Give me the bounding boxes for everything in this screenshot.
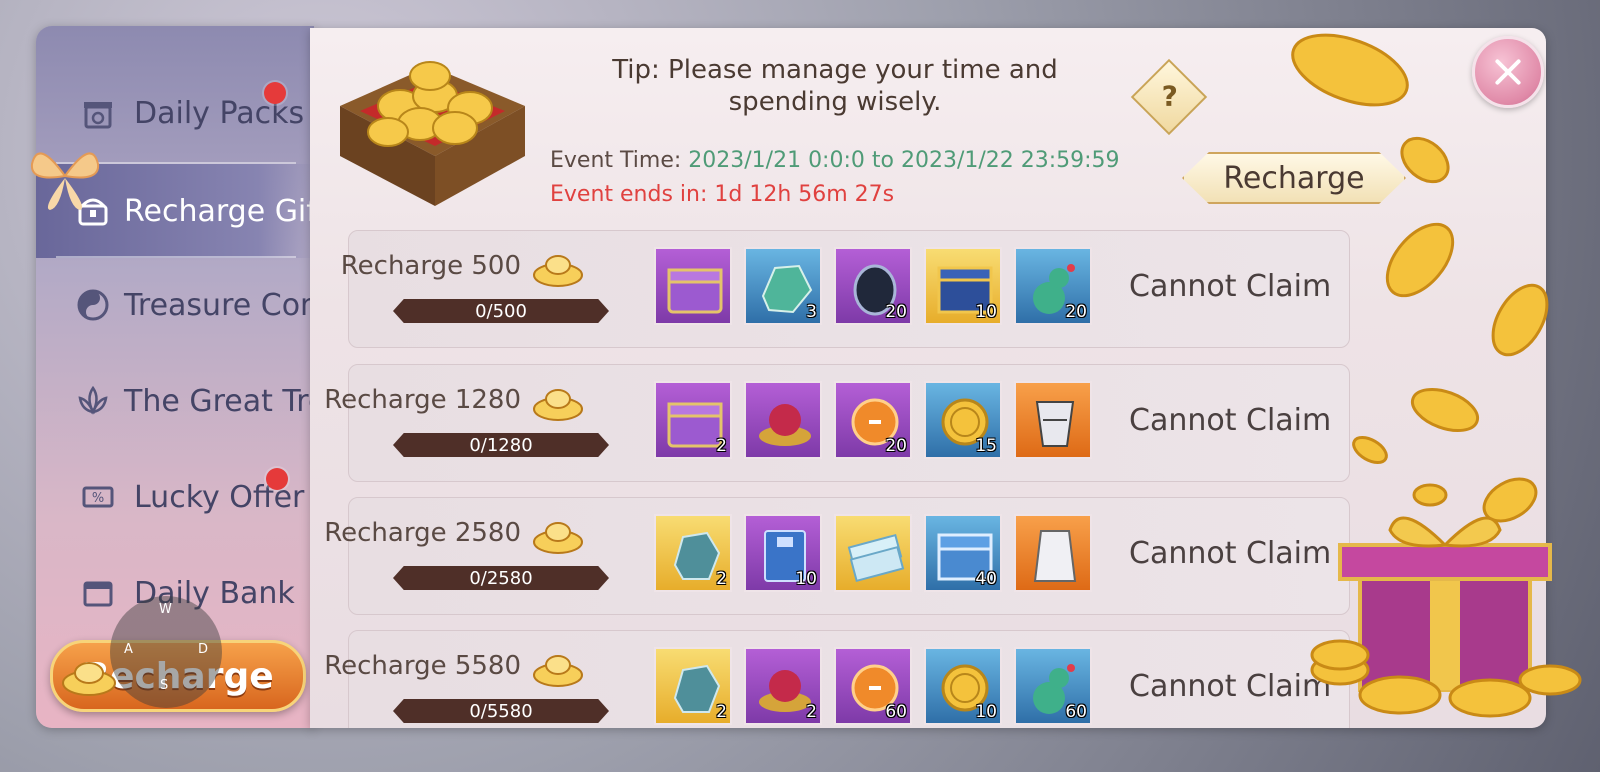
claim-status[interactable]: Cannot Claim (1129, 269, 1331, 304)
recharge-tier-row: Recharge 5580 0/5580 Cannot Claim 2 2 60… (324, 630, 1350, 728)
joystick-key-d: D (198, 642, 209, 657)
gift-clock-icon (76, 91, 120, 135)
spending-tip: Tip: Please manage your time and spendin… (612, 55, 1058, 117)
reward-item[interactable]: 2 (654, 647, 732, 725)
tier-progress-text: 0/2580 (469, 567, 533, 589)
reward-quantity: 2 (716, 436, 727, 456)
reward-quantity: 40 (975, 569, 997, 589)
claim-status[interactable]: Cannot Claim (1129, 669, 1331, 704)
tier-progress-bar: 0/500 (393, 299, 609, 323)
reward-quantity: 10 (975, 302, 997, 322)
event-time-label: Event Time: (550, 148, 689, 173)
claim-status[interactable]: Cannot Claim (1129, 536, 1331, 571)
reward-quantity: 60 (885, 702, 907, 722)
reward-item[interactable] (744, 381, 822, 459)
reward-quantity: 3 (806, 302, 817, 322)
armor-piece-icon (1035, 401, 1075, 447)
yin-yang-icon (76, 283, 110, 327)
reward-item[interactable]: 60 (1014, 647, 1092, 725)
recharge-tier-row: Recharge 2580 0/2580 Cannot Claim 2 10 4… (324, 497, 1350, 615)
white-armor-icon (1033, 530, 1077, 582)
reward-quantity: 10 (795, 569, 817, 589)
tier-label: Recharge 500 (340, 251, 521, 281)
reward-item[interactable]: 10 (744, 514, 822, 592)
reward-quantity: 20 (885, 302, 907, 322)
scroll-tickets-icon (847, 533, 905, 583)
coin-chest-icon (330, 46, 530, 220)
close-button[interactable] (1472, 36, 1544, 108)
reward-quantity: 2 (716, 702, 727, 722)
gold-ingot-icon (531, 512, 585, 560)
sidebar-item-great-treasure[interactable]: The Great Treasure (36, 354, 314, 448)
reward-item[interactable] (834, 514, 912, 592)
event-time: Event Time: 2023/1/21 0:0:0 to 2023/1/22… (550, 148, 1120, 173)
berry-bowl-icon (759, 404, 811, 446)
tier-progress-bar: 0/2580 (393, 566, 609, 590)
joystick-key-w: W (159, 602, 172, 617)
recharge-button[interactable]: Recharge (1182, 152, 1406, 204)
sidebar-item-lucky-offer[interactable]: % Lucky Offer (36, 450, 314, 544)
gold-ingot-icon (531, 645, 585, 693)
notification-badge (264, 82, 286, 104)
butterfly-decoration-icon (28, 138, 102, 218)
event-countdown: Event ends in: 1d 12h 56m 27s (550, 182, 895, 207)
reward-quantity: 15 (975, 436, 997, 456)
reward-item[interactable]: 2 (654, 514, 732, 592)
tier-label: Recharge 2580 (324, 518, 521, 548)
reward-item[interactable]: 60 (834, 647, 912, 725)
recharge-tier-row: Recharge 500 0/500 Cannot Claim 3 20 10 … (341, 230, 1350, 348)
reward-item[interactable]: 2 (744, 647, 822, 725)
reward-item[interactable]: 10 (924, 247, 1002, 325)
reward-item[interactable]: 20 (1014, 247, 1092, 325)
reward-item[interactable]: 15 (924, 381, 1002, 459)
calendar-icon (76, 571, 120, 615)
reward-item[interactable]: 40 (924, 514, 1002, 592)
reward-item[interactable] (1014, 381, 1092, 459)
sidebar-item-label: Recharge Gift (124, 193, 314, 229)
reward-quantity: 2 (806, 702, 817, 722)
sidebar-item-label: The Great Treasure (124, 383, 314, 419)
lotus-icon (76, 379, 110, 423)
event-time-value: 2023/1/21 0:0:0 to 2023/1/22 23:59:59 (688, 148, 1120, 173)
tier-progress-text: 0/1280 (469, 434, 533, 456)
reward-item[interactable]: 3 (744, 247, 822, 325)
reward-quantity: 20 (885, 436, 907, 456)
sidebar-item-label: Treasure Compass (124, 287, 314, 323)
tier-progress-text: 0/5580 (469, 700, 533, 722)
reward-item[interactable]: 10 (924, 647, 1002, 725)
svg-text:%: % (92, 491, 104, 506)
reward-quantity: 60 (1065, 702, 1087, 722)
reward-item[interactable]: 2 (654, 381, 732, 459)
percent-ticket-icon: % (76, 475, 120, 519)
sidebar-item-treasure-compass[interactable]: Treasure Compass (36, 258, 314, 352)
tier-label: Recharge 1280 (324, 385, 521, 415)
reward-item[interactable]: 20 (834, 247, 912, 325)
joystick-key-a: A (124, 642, 133, 657)
tier-label: Recharge 5580 (324, 651, 521, 681)
reward-quantity: 2 (716, 569, 727, 589)
question-icon: ? (1161, 79, 1178, 113)
gold-ingot-icon (531, 245, 585, 293)
gold-ingot-icon (531, 379, 585, 427)
reward-item[interactable] (654, 247, 732, 325)
virtual-joystick[interactable]: W A D S (110, 596, 222, 708)
recharge-gift-panel: Tip: Please manage your time and spendin… (310, 28, 1546, 728)
tier-progress-bar: 0/1280 (393, 433, 609, 457)
reward-quantity: 10 (975, 702, 997, 722)
tier-progress-bar: 0/5580 (393, 699, 609, 723)
reward-item[interactable]: 20 (834, 381, 912, 459)
reward-item[interactable] (1014, 514, 1092, 592)
joystick-key-s: S (160, 678, 169, 693)
recharge-tier-row: Recharge 1280 0/1280 Cannot Claim 2 20 1… (324, 364, 1350, 482)
notification-badge (266, 468, 288, 490)
help-button[interactable]: ? (1130, 58, 1208, 136)
tier-progress-text: 0/500 (475, 300, 527, 322)
claim-status[interactable]: Cannot Claim (1129, 403, 1331, 438)
purple-chest-icon (667, 268, 723, 314)
reward-quantity: 20 (1065, 302, 1087, 322)
